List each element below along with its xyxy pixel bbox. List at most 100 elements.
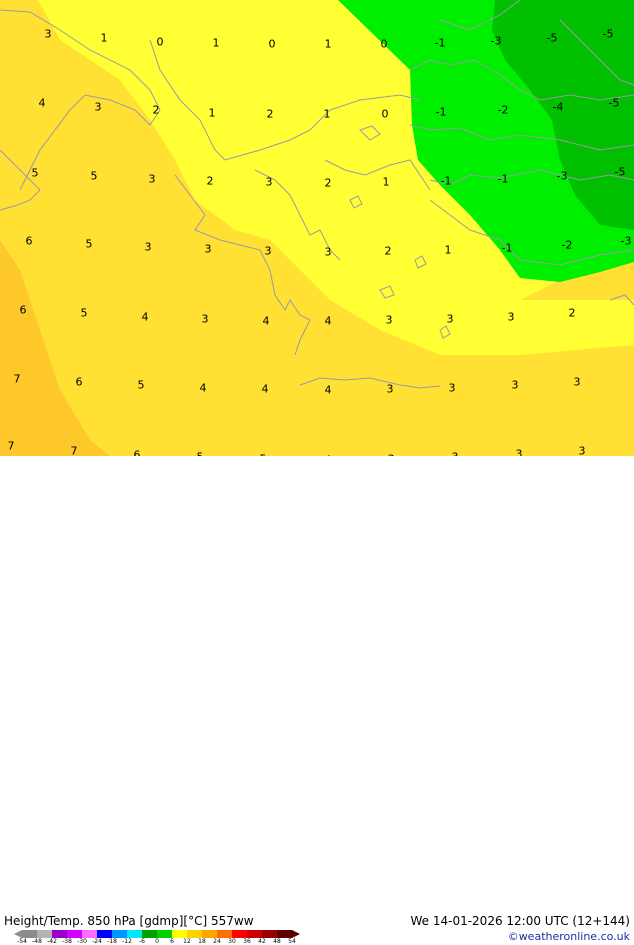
temp-value: 1 (444, 243, 452, 257)
temp-value: 7 (13, 372, 21, 386)
temp-value: 1 (208, 106, 216, 120)
color-scale-segment (262, 930, 278, 938)
color-scale-tick: -54 (17, 938, 27, 945)
weather-map: 3 1 0 1 0 1 0 -1 -3 -5 -5 4 3 2 1 2 1 0 -1 -2 -4 -5 5 5 3 2 3 2 1 -1 -… (0, 0, 634, 456)
temp-value: 0 (380, 37, 388, 51)
color-scale-segment (142, 930, 158, 938)
temp-value: 1 (324, 37, 332, 51)
color-scale-tick: 42 (258, 938, 266, 945)
color-scale-segment (97, 930, 113, 938)
temp-value: 6 (25, 234, 33, 248)
temp-value: -5 (614, 165, 626, 179)
color-scale-tick: -12 (122, 938, 132, 945)
temp-value: -1 (435, 105, 447, 119)
temp-value: 2 (152, 103, 160, 117)
temp-value: 3 (511, 378, 519, 392)
color-scale-segment (82, 930, 98, 938)
temp-value: 7 (7, 439, 15, 453)
temp-value: 3 (448, 381, 456, 395)
color-scale-bar (14, 930, 300, 938)
temp-value: -2 (561, 238, 573, 252)
temp-value: 5 (31, 166, 39, 180)
temp-value: 2 (266, 107, 274, 121)
color-scale-tick: -24 (92, 938, 102, 945)
temp-value: 0 (156, 35, 164, 49)
color-scale-segment (52, 930, 68, 938)
temp-value: -5 (608, 96, 620, 110)
color-scale-tick: 30 (228, 938, 236, 945)
temp-value: 5 (80, 306, 88, 320)
temp-value: 4 (324, 314, 332, 328)
temp-value: 4 (141, 310, 149, 324)
temp-value: -1 (434, 36, 446, 50)
temp-value: 4 (261, 382, 269, 396)
temp-value: 1 (100, 31, 108, 45)
color-scale-segment (172, 930, 188, 938)
color-scale-tick: 54 (288, 938, 296, 945)
temp-value: 2 (384, 244, 392, 258)
temp-value: 1 (323, 107, 331, 121)
temp-value: 3 (44, 27, 52, 41)
color-scale-tick: -48 (32, 938, 42, 945)
temp-value: 1 (212, 36, 220, 50)
temp-value: 3 (386, 382, 394, 396)
temp-value: 4 (262, 314, 270, 328)
color-scale-segment (247, 930, 263, 938)
temp-value: 3 (385, 313, 393, 327)
temp-value: 5 (85, 237, 93, 251)
map-title: Height/Temp. 850 hPa [gdmp][°C] 557ww (4, 914, 254, 928)
temp-value: -5 (602, 27, 614, 41)
temp-value: 3 (446, 312, 454, 326)
temp-value: -3 (556, 169, 568, 183)
temp-value: 4 (199, 381, 207, 395)
footer-bar: Height/Temp. 850 hPa [gdmp][°C] 557ww We… (0, 456, 634, 945)
temp-value: 3 (201, 312, 209, 326)
site-credit[interactable]: ©weatheronline.co.uk (508, 930, 630, 943)
temp-value: 3 (578, 444, 586, 457)
map-canvas (0, 0, 634, 456)
color-scale-segment (277, 930, 293, 938)
temp-value: 3 (324, 245, 332, 259)
temp-value: -1 (440, 174, 452, 188)
color-scale-tick: -18 (107, 938, 117, 945)
color-scale-tick: -6 (139, 938, 145, 945)
color-scale-segment (127, 930, 143, 938)
temp-value: 2 (206, 174, 214, 188)
color-scale-tick: 0 (155, 938, 159, 945)
temp-value: 6 (75, 375, 83, 389)
color-scale-arrow-left (14, 930, 22, 938)
temp-value: 0 (381, 107, 389, 121)
color-scale-segment (217, 930, 233, 938)
color-scale-segment (22, 930, 38, 938)
color-scale-tick: 36 (243, 938, 251, 945)
temp-value: -1 (501, 241, 513, 255)
temp-value: 4 (324, 383, 332, 397)
temp-value: 3 (507, 310, 515, 324)
temp-value: -2 (497, 103, 509, 117)
temp-value: 4 (38, 96, 46, 110)
color-scale-segment (187, 930, 203, 938)
temp-value: 5 (137, 378, 145, 392)
temp-value: -5 (546, 31, 558, 45)
temp-value: -4 (552, 100, 564, 114)
color-scale-tick: 12 (183, 938, 191, 945)
temp-value: 0 (268, 37, 276, 51)
temp-value: 6 (19, 303, 27, 317)
forecast-datetime: We 14-01-2026 12:00 UTC (12+144) (410, 914, 630, 928)
temp-value: 5 (90, 169, 98, 183)
temp-value: -3 (620, 234, 632, 248)
color-scale-segment (37, 930, 53, 938)
temp-value: 3 (204, 242, 212, 256)
color-scale-segment (202, 930, 218, 938)
color-scale-tick: 48 (273, 938, 281, 945)
color-scale-tick: 24 (213, 938, 221, 945)
temp-value: 3 (264, 244, 272, 258)
temp-value: -3 (490, 34, 502, 48)
temp-value: 3 (265, 175, 273, 189)
color-scale-segment (232, 930, 248, 938)
color-scale-segment (157, 930, 173, 938)
color-scale-segment (112, 930, 128, 938)
color-scale-tick: 18 (198, 938, 206, 945)
temp-value: 3 (148, 172, 156, 186)
temp-value: -1 (497, 172, 509, 186)
